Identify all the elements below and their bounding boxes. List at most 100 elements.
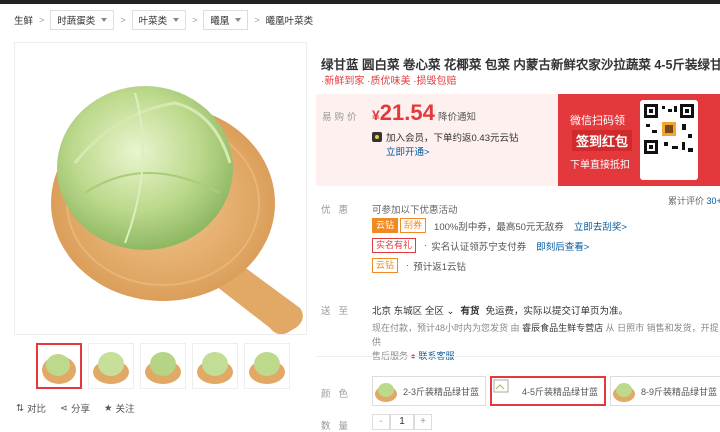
review-count[interactable]: 累计评价 30+ [668,194,720,207]
promotions-label: 优惠 [321,205,357,216]
review-number: 30+ [706,196,720,206]
quantity-stepper: - 1 + [372,414,432,430]
qr-code-icon [644,104,694,154]
price-notify-link[interactable]: 降价通知 [438,109,476,123]
review-label: 累计评价 [668,196,705,206]
thumbnail-4[interactable] [192,343,238,389]
color-option-label: 4-5斤装精品绿甘蓝 [522,386,599,397]
shipping-note-text: 现在付款，预计48小时内为您发货 [372,323,509,333]
price-number: 21.54 [379,100,435,125]
color-options: 2-3斤装精品绿甘蓝 4-5斤装精品绿甘蓝 8-9斤装精品绿甘蓝 [372,376,720,406]
follow-button[interactable]: ★ 关注 [103,401,135,416]
breadcrumb-select-subcategory[interactable]: 叶菜类 [131,10,187,30]
compare-button[interactable]: ⇅ 对比 [16,401,46,416]
dot-icon: · [424,240,428,251]
stock-status: 有货 [460,306,480,317]
color-option-label: 2-3斤装精品绿甘蓝 [403,386,480,397]
qr-code [640,100,698,180]
shipping-label: 送至 [321,306,357,317]
compare-icon: ⇅ [16,402,24,414]
product-main-image[interactable] [14,42,307,335]
thumbnail-5[interactable] [244,343,290,389]
compare-label: 对比 [26,404,46,415]
promotion-tag: 实名有礼 [372,238,417,253]
star-icon: ★ [103,402,113,414]
thumbnail-2[interactable] [88,343,134,389]
promo-line-1: 微信扫码领 [570,115,625,127]
share-button[interactable]: ⋖ 分享 [59,401,90,416]
shipping-fee: 免运费，实际以提交订单页为准。 [485,306,628,317]
member-text: 加入会员，下单约返0.43元云钻 [386,133,519,144]
breadcrumb-separator: > [39,15,45,25]
chevron-down-icon: ⌄ [446,306,455,317]
broken-image-icon [492,378,519,404]
thumbnail-image [197,352,233,384]
thumbnail-image [42,354,76,384]
promotion-tag: 云钻 [372,258,399,273]
breadcrumb-separator: > [120,15,126,25]
promotion-link[interactable]: 立即去刮奖> [574,219,627,233]
price-label: 易购价 [322,112,360,123]
quantity-label: 数量 [321,421,357,432]
breadcrumb-select-category[interactable]: 时蔬蛋类 [50,10,115,30]
promo-banner[interactable]: 微信扫码领 签到红包 下单直接抵扣 [558,94,720,186]
promotion-text: 预计返1云钻 [413,261,466,273]
product-title: 绿甘蓝 圆白菜 卷心菜 花椰菜 包菜 内蒙古新鲜农家沙拉蔬菜 4-5斤装绿甘蓝 [321,58,720,72]
breadcrumb: 生鲜 > 时蔬蛋类 > 叶菜类 > 曦凰 > 曦凰叶菜类 [14,10,313,30]
thumbnail-image [93,352,129,384]
promotion-tag: 刮券 [400,218,427,233]
promotion-row-2: 实名有礼 · 实名认证领苏宁支付券 即刻后查看> [372,238,589,253]
member-icon [372,132,382,142]
member-open-link[interactable]: 立即开通> [386,144,430,158]
option-thumbnail [373,378,399,404]
share-icon: ⋖ [59,402,68,414]
cabbage-photo [51,86,303,334]
thumbnail-3[interactable] [140,343,186,389]
promotions-intro: 可参加以下优惠活动 [372,205,458,216]
price-panel: 易购价 ¥21.54 降价通知 加入会员，下单约返0.43元云钻 立即开通> [316,94,558,186]
promotion-link[interactable]: 即刻后查看> [536,239,589,253]
seller-name[interactable]: 睿辰食品生鲜专营店 [522,323,603,333]
color-option-2[interactable]: 4-5斤装精品绿甘蓝 [490,376,607,406]
thumbnail-image [249,352,285,384]
promo-line-3: 下单直接抵扣 [570,160,630,171]
breadcrumb-select-brand[interactable]: 曦凰 [203,10,249,30]
shipping-location-select[interactable]: 北京 东城区 全区 ⌄ [372,303,454,317]
chevron-down-icon [173,18,180,22]
thumbnail-strip [36,343,290,389]
chevron-down-icon [101,18,108,22]
promotion-text: 实名认证领苏宁支付券 [431,241,527,253]
shipping-city: 北京 [372,306,392,317]
quantity-decrease-button[interactable]: - [372,414,390,430]
option-thumbnail [611,378,638,404]
top-bar [0,0,720,4]
member-row: 加入会员，下单约返0.43元云钻 [372,130,519,144]
shipping-row: 北京 东城区 全区 ⌄ 有货 免运费，实际以提交订单页为准。 [372,303,628,317]
breadcrumb-select-label: 叶菜类 [138,16,168,27]
product-subtitle: ·新鲜到家 ·质优味美 ·损毁包赔 [321,76,457,87]
promo-line-2: 签到红包 [572,130,633,151]
breadcrumb-separator: > [192,15,198,25]
color-option-1[interactable]: 2-3斤装精品绿甘蓝 [372,376,487,406]
breadcrumb-select-label: 时蔬蛋类 [57,16,96,27]
promotion-text: 100%刮中券，最高50元无敌券 [434,221,564,233]
promotion-row-1: 云钻 刮券 100%刮中券，最高50元无敌券 立即去刮奖> [372,218,627,233]
image-actions: ⇅ 对比 ⋖ 分享 ★ 关注 [16,401,135,416]
breadcrumb-separator: > [254,15,260,25]
shipping-note-text: 由 [510,323,520,333]
promotion-tag: 云钻 [372,218,399,233]
breadcrumb-current: 曦凰叶菜类 [265,16,314,27]
promotion-row-3: 云钻 · 预计返1云钻 [372,258,466,273]
follow-label: 关注 [115,404,135,415]
divider [316,356,720,357]
breadcrumb-select-label: 曦凰 [210,16,230,27]
thumbnail-image [145,352,181,384]
breadcrumb-root[interactable]: 生鲜 [14,13,33,27]
quantity-input[interactable]: 1 [390,414,414,430]
quantity-increase-button[interactable]: + [414,414,432,430]
color-option-3[interactable]: 8-9斤装精品绿甘蓝 [610,376,720,406]
share-label: 分享 [70,404,90,415]
thumbnail-1[interactable] [36,343,82,389]
shipping-district: 东城区 [393,306,423,317]
dot-icon: · [406,260,410,271]
